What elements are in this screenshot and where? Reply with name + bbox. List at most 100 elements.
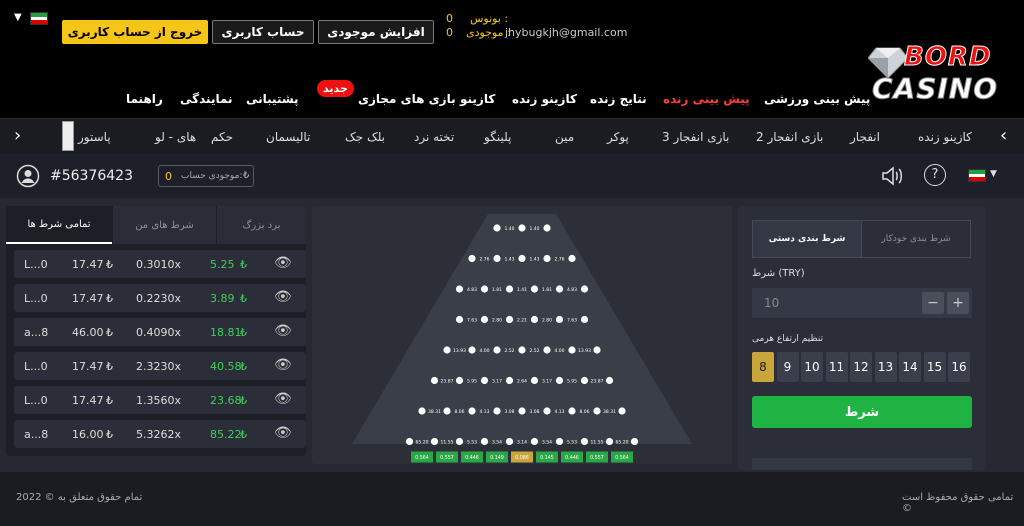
category-hokm[interactable]: حکم bbox=[211, 130, 233, 144]
bet-amount-field[interactable]: 10 − + bbox=[752, 288, 972, 318]
row-win-currency: ₺ bbox=[240, 394, 247, 407]
peg-multiplier-label: 65.20 bbox=[416, 440, 429, 446]
peg-multiplier-label: 4.00 bbox=[479, 348, 489, 354]
peg bbox=[468, 407, 476, 415]
table-row: L...0 17.47 ₺ 0.2230x 3.89 ₺ 👁︎ bbox=[14, 284, 306, 312]
tab-all-bets[interactable]: تمامی شرط ها bbox=[6, 206, 112, 244]
eye-icon[interactable]: 👁︎ bbox=[274, 391, 292, 407]
peg-multiplier-label: 13.93 bbox=[578, 348, 591, 354]
nav-item-agency[interactable]: نمایندگی bbox=[180, 92, 233, 106]
sound-icon[interactable] bbox=[880, 165, 904, 187]
bets-panel: تمامی شرط ها شرط های من برد بزرگ L...0 17… bbox=[6, 206, 306, 456]
pyramid-level-14[interactable]: 14 bbox=[899, 352, 921, 382]
peg-multiplier-label: 2.52 bbox=[504, 348, 514, 354]
category-crash-2[interactable]: بازی انفجار 2 bbox=[756, 130, 823, 144]
chevron-left-icon[interactable]: ‹ bbox=[1000, 125, 1007, 146]
tab-my-bets[interactable]: شرط های من bbox=[113, 206, 216, 244]
user-avatar-icon[interactable] bbox=[16, 164, 40, 188]
tab-manual-bet[interactable]: شرط بندی دستی bbox=[752, 220, 862, 258]
eye-icon[interactable]: 👁︎ bbox=[274, 425, 292, 441]
pyramid-level-15[interactable]: 15 bbox=[923, 352, 946, 382]
peg-multiplier-label: 2.52 bbox=[529, 348, 539, 354]
language-flag-icon[interactable] bbox=[968, 169, 986, 182]
row-bet-currency: ₺ bbox=[106, 326, 113, 339]
pyramid-level-12[interactable]: 12 bbox=[850, 352, 872, 382]
pyramid-level-16[interactable]: 16 bbox=[948, 352, 970, 382]
peg bbox=[568, 407, 576, 415]
new-badge: جدید bbox=[317, 80, 354, 97]
category-talisman[interactable]: تالیسمان bbox=[266, 130, 310, 144]
row-user: L...0 bbox=[24, 292, 48, 305]
iran-flag-icon[interactable] bbox=[30, 12, 48, 25]
eye-icon[interactable]: 👁︎ bbox=[274, 357, 292, 373]
account-balance-box: 0 موجودی حساب: ₺ bbox=[158, 165, 254, 187]
category-live-casino[interactable]: کازینو زنده bbox=[918, 130, 972, 144]
peg-multiplier-label: 2.80 bbox=[492, 318, 502, 324]
table-row: a...8 46.00 ₺ 0.4090x 18.81 ₺ 👁︎ bbox=[14, 318, 306, 346]
category-hi-lo[interactable]: های - لو bbox=[155, 130, 196, 144]
eye-icon[interactable]: 👁︎ bbox=[274, 289, 292, 305]
bonus-label: بونوس : bbox=[470, 12, 509, 25]
peg bbox=[493, 224, 501, 232]
nav-item-live-results[interactable]: نتایج زنده bbox=[590, 92, 647, 106]
eye-icon[interactable]: 👁︎ bbox=[274, 323, 292, 339]
category-crash[interactable]: انفجار bbox=[850, 130, 880, 144]
pyramid-height-label: تنظیم ارتفاع هرمی bbox=[752, 334, 824, 344]
pyramid-level-11[interactable]: 11 bbox=[825, 352, 848, 382]
help-icon[interactable]: ? bbox=[924, 164, 946, 186]
logout-button[interactable]: خروج از حساب کاربری bbox=[62, 20, 208, 44]
nav-item-virtual-games[interactable]: بازی های مجازی bbox=[358, 92, 456, 106]
tab-big-wins[interactable]: برد بزرگ bbox=[217, 206, 306, 244]
peg bbox=[580, 376, 589, 385]
multiplier-slot-label: 0.149 bbox=[490, 455, 504, 461]
category-backgammon[interactable]: تخته نرد bbox=[414, 130, 454, 144]
plinko-board[interactable]: 1.40 1.40 2.76 1.43 1.43 2.76 4.83 1.81 1.41 1.81… bbox=[312, 206, 732, 464]
pyramid-level-10[interactable]: 10 bbox=[801, 352, 823, 382]
bonus-value: 0 bbox=[446, 12, 453, 25]
peg bbox=[505, 285, 514, 293]
row-win-currency: ₺ bbox=[240, 326, 247, 339]
nav-item-live-casino[interactable]: کازینو زنده bbox=[512, 92, 577, 106]
tab-auto-bet[interactable]: شرط بندی خودکار bbox=[861, 220, 971, 258]
language-dropdown-icon[interactable]: ▼ bbox=[990, 169, 997, 179]
category-blackjack[interactable]: بلک جک bbox=[345, 130, 385, 144]
row-bet: 17.47 bbox=[72, 258, 104, 271]
row-bet: 17.47 bbox=[72, 292, 104, 305]
dropdown-arrow-icon[interactable]: ▼ bbox=[14, 12, 22, 23]
peg-multiplier-label: 5.53 bbox=[567, 440, 577, 446]
game-category-bar: › پاستور های - لو حکم تالیسمان بلک جک تخ… bbox=[0, 118, 1024, 154]
peg bbox=[593, 346, 601, 354]
nav-item-support[interactable]: پشتیبانی bbox=[246, 92, 299, 106]
peg-multiplier-label: 3.08 bbox=[504, 409, 514, 415]
scrollbar[interactable] bbox=[62, 121, 74, 151]
deposit-button[interactable]: افزایش موجودی bbox=[318, 20, 434, 44]
peg-multiplier-label: 1.43 bbox=[529, 257, 539, 263]
nav-item-live-betting[interactable]: پیش بینی زنده bbox=[663, 92, 750, 106]
category-plinko[interactable]: پلینگو bbox=[484, 130, 511, 144]
site-logo[interactable]: BORD CASINO bbox=[868, 42, 1008, 106]
peg bbox=[518, 224, 526, 232]
pyramid-level-13[interactable]: 13 bbox=[874, 352, 897, 382]
table-row: L...0 17.47 ₺ 0.3010x 5.25 ₺ 👁︎ bbox=[14, 250, 306, 278]
row-bet: 17.47 bbox=[72, 394, 104, 407]
place-bet-button[interactable]: شرط bbox=[752, 396, 972, 428]
pyramid-level-8[interactable]: 8 bbox=[752, 352, 774, 382]
decrease-bet-button[interactable]: − bbox=[922, 292, 944, 314]
pyramid-level-9[interactable]: 9 bbox=[776, 352, 799, 382]
nav-item-help[interactable]: راهنما bbox=[126, 92, 163, 106]
peg-multiplier-label: 11.55 bbox=[591, 440, 604, 446]
category-pastor[interactable]: پاستور bbox=[78, 130, 111, 144]
eye-icon[interactable]: 👁︎ bbox=[274, 255, 292, 271]
account-balance-value: 0 bbox=[165, 170, 172, 183]
row-bet-currency: ₺ bbox=[106, 360, 113, 373]
chevron-right-icon[interactable]: › bbox=[14, 125, 21, 146]
category-mines[interactable]: مین bbox=[555, 130, 574, 144]
account-button[interactable]: حساب کاربری bbox=[212, 20, 314, 44]
nav-item-casino[interactable]: کازینو bbox=[460, 92, 495, 106]
category-crash-3[interactable]: بازی انفجار 3 bbox=[662, 130, 729, 144]
row-win: 85.22 bbox=[210, 428, 242, 441]
increase-bet-button[interactable]: + bbox=[947, 292, 969, 314]
category-poker[interactable]: پوکر bbox=[607, 130, 629, 144]
account-balance-label: موجودی حساب: bbox=[181, 171, 243, 181]
nav-item-sports-betting[interactable]: پیش بینی ورزشی bbox=[764, 92, 870, 106]
